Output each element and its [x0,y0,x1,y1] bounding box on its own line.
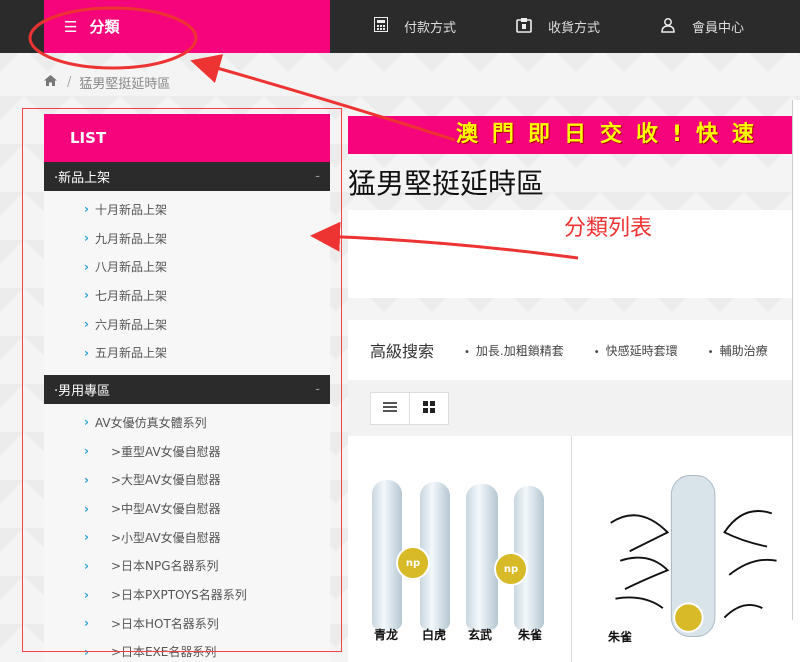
sidebar-group-items: › AV女優仿真女體系列 › >重型AV女優自慰器 › >大型AV女優自慰器 › >中型… [44,404,330,662]
view-toggle-bar [348,380,800,436]
sidebar-subitem[interactable]: › >中型AV女優自慰器 [44,494,330,523]
nav-member-center[interactable]: 會員中心 [660,0,744,53]
sidebar-group-items: › 十月新品上架 › 九月新品上架 › 八月新品上架 › 七月新品上架 › 六月新品上架 … [44,191,330,375]
category-menu-label: 分類 [89,18,120,36]
top-navigation-bar: ☰ 分類 付款方式 收貨方式 會員中心 [0,0,800,53]
sidebar-subitem[interactable]: › >小型AV女優自慰器 [44,523,330,552]
nav-payment-methods[interactable]: 付款方式 [374,0,456,53]
sidebar-subitem[interactable]: › >日本NPG名器系列 [44,552,330,581]
brand-badge: np [396,546,430,580]
sidebar-subitem[interactable]: › >日本HOT名器系列 [44,609,330,638]
chevron-right-icon: › [84,530,89,545]
chevron-right-icon: › [84,259,89,274]
chevron-right-icon: › [84,202,89,217]
nav-payment-label: 付款方式 [404,21,457,36]
list-view-icon [383,401,397,416]
category-menu-button[interactable]: ☰ 分類 [44,0,330,53]
search-filter-tag[interactable]: 快感延時套環 [594,342,678,359]
product-variant-label: 朱雀 [608,630,633,644]
product-card[interactable]: 朱雀 [571,436,800,662]
product-card[interactable]: np np 青龙 白虎 玄武 朱雀 [348,436,571,662]
sidebar-item[interactable]: › 九月新品上架 [44,224,330,253]
grid-view-icon [423,400,435,417]
chevron-right-icon: › [84,231,89,246]
search-filter-tag[interactable]: 加長.加粗鎖精套 [464,342,564,359]
breadcrumb: / 猛男堅挺延時區 [44,73,170,92]
nav-delivery-methods[interactable]: 收貨方式 [516,0,600,53]
sidebar-item[interactable]: › 七月新品上架 [44,281,330,310]
advanced-search-bar: 高級搜索 加長.加粗鎖精套 快感延時套環 輔助治療 [348,320,800,380]
chevron-right-icon: › [84,288,89,303]
sidebar-item[interactable]: › 十月新品上架 [44,195,330,224]
chevron-right-icon: › [84,558,89,573]
advanced-search-label: 高級搜索 [370,342,435,361]
sidebar-subitem[interactable]: › >日本EXE名器系列 [44,638,330,662]
sidebar-group-new-arrivals[interactable]: ·新品上架 - [44,162,330,191]
product-image[interactable] [596,466,796,646]
calculator-icon [374,17,388,36]
product-variant-label: 青龙 [374,628,399,642]
browser-edge [792,100,800,620]
sidebar-item[interactable]: › AV女優仿真女體系列 [44,408,330,437]
breadcrumb-separator: / [67,75,72,90]
chevron-right-icon: › [84,317,89,332]
user-icon [660,17,676,37]
list-view-button[interactable] [370,392,410,425]
sidebar-subitem[interactable]: › >日本PXPTOYS名器系列 [44,580,330,609]
chevron-right-icon: › [84,345,89,360]
home-icon[interactable] [44,75,57,90]
chevron-right-icon: › [84,644,89,659]
page-title: 猛男堅挺延時區 [348,167,545,200]
sidebar-subitem[interactable]: › >重型AV女優自慰器 [44,437,330,466]
collapse-icon[interactable]: - [315,169,320,184]
sidebar-group-label: ·新品上架 [54,171,111,186]
product-variant-label: 朱雀 [518,628,543,642]
breadcrumb-current: 猛男堅挺延時區 [79,77,171,92]
product-grid: np np 青龙 白虎 玄武 朱雀 朱雀 [348,436,800,662]
chevron-right-icon: › [84,587,89,602]
category-sidebar: LIST ·新品上架 - › 十月新品上架 › 九月新品上架 › 八月新品上架 › 七月… [44,114,330,662]
chevron-right-icon: › [84,444,89,459]
brand-badge: np [494,552,528,586]
chevron-right-icon: › [84,501,89,516]
marquee-banner: 澳門即日交收!快速 [348,116,800,154]
chevron-right-icon: › [84,415,89,430]
sidebar-subitem[interactable]: › >大型AV女優自慰器 [44,466,330,495]
nav-delivery-label: 收貨方式 [548,21,601,36]
sidebar-group-mens-zone[interactable]: ·男用專區 - [44,375,330,405]
collapse-icon[interactable]: - [315,382,320,397]
grid-view-button[interactable] [409,392,449,425]
annotation-label: 分類列表 [564,216,653,241]
sidebar-group-label: ·男用專區 [54,384,111,400]
search-filter-tag[interactable]: 輔助治療 [708,342,768,359]
sidebar-item[interactable]: › 六月新品上架 [44,310,330,339]
product-variant-label: 白虎 [422,628,447,642]
product-variant-label: 玄武 [468,628,493,642]
hamburger-icon: ☰ [64,17,78,36]
package-icon [516,17,532,37]
sidebar-list-header: LIST [44,114,330,162]
chevron-right-icon: › [84,616,89,631]
chevron-right-icon: › [84,472,89,487]
sidebar-item[interactable]: › 五月新品上架 [44,338,330,367]
nav-member-label: 會員中心 [692,21,745,36]
sidebar-item[interactable]: › 八月新品上架 [44,252,330,281]
